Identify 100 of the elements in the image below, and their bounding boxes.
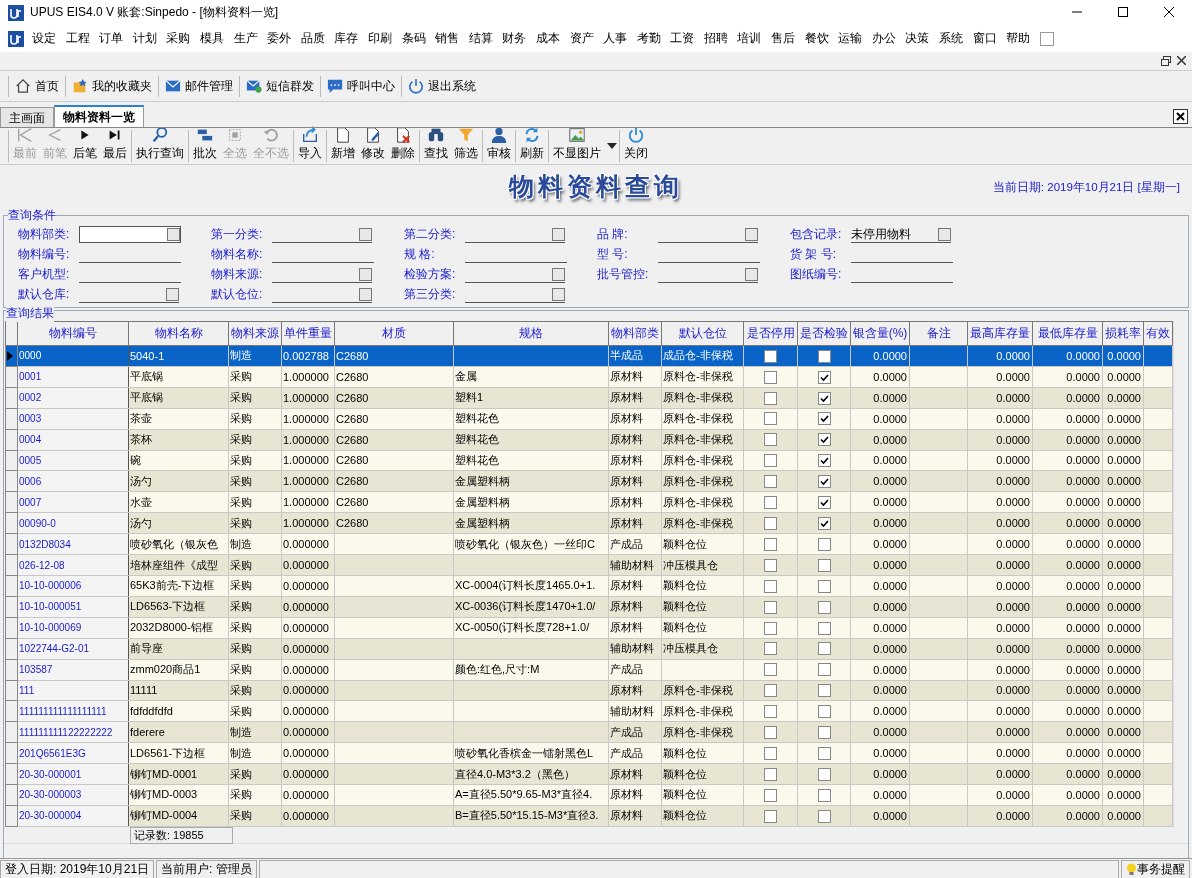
- menu-item[interactable]: 招聘: [699, 30, 732, 47]
- menu-item[interactable]: 成本: [531, 30, 564, 47]
- dropdown-field[interactable]: [465, 266, 565, 283]
- restore-icon[interactable]: [1161, 55, 1171, 66]
- menu-item[interactable]: 委外: [263, 30, 296, 47]
- checkbox[interactable]: [817, 579, 831, 593]
- checkbox[interactable]: [764, 349, 777, 363]
- column-header[interactable]: 材质: [382, 326, 406, 340]
- row-selector[interactable]: [5, 805, 18, 827]
- checkbox[interactable]: [764, 475, 777, 489]
- overflow-button[interactable]: [1039, 31, 1054, 46]
- checkbox[interactable]: [817, 391, 831, 405]
- toolbar-button[interactable]: 查找: [422, 130, 450, 162]
- checkbox[interactable]: [764, 642, 777, 656]
- dropdown-field[interactable]: [79, 286, 179, 303]
- toolbar-button[interactable]: 最后: [101, 130, 129, 162]
- checkbox[interactable]: [817, 412, 831, 426]
- menu-item[interactable]: 订单: [95, 30, 128, 47]
- row-selector[interactable]: [5, 429, 18, 451]
- checkbox[interactable]: [817, 370, 831, 384]
- menu-item[interactable]: 模具: [195, 30, 228, 47]
- toolbar-button[interactable]: 刷新: [518, 130, 546, 162]
- row-selector[interactable]: [5, 638, 18, 660]
- quick-link[interactable]: 首页: [8, 75, 66, 97]
- menu-item[interactable]: 运输: [834, 30, 867, 47]
- quick-link[interactable]: 我的收藏夹: [66, 75, 159, 97]
- checkbox[interactable]: [817, 537, 831, 551]
- checkbox[interactable]: [817, 809, 831, 823]
- row-selector[interactable]: [5, 575, 18, 597]
- row-selector[interactable]: [5, 700, 18, 722]
- quick-link[interactable]: 退出系统: [402, 75, 482, 97]
- close-icon[interactable]: [1173, 109, 1188, 124]
- checkbox[interactable]: [764, 746, 777, 760]
- toolbar-button[interactable]: 新增: [329, 130, 357, 162]
- checkbox[interactable]: [764, 391, 777, 405]
- checkbox[interactable]: [764, 537, 777, 551]
- checkbox[interactable]: [817, 621, 831, 635]
- close-icon[interactable]: [1177, 56, 1186, 65]
- row-selector[interactable]: [5, 408, 18, 430]
- menu-item[interactable]: 工资: [666, 30, 699, 47]
- menu-item[interactable]: 窗口: [968, 30, 1001, 47]
- checkbox[interactable]: [817, 705, 831, 719]
- dropdown-field[interactable]: 未停用物料: [851, 226, 951, 243]
- checkbox[interactable]: [817, 496, 831, 510]
- row-selector[interactable]: [5, 533, 18, 555]
- row-selector[interactable]: [5, 742, 18, 764]
- menu-item[interactable]: 结算: [464, 30, 497, 47]
- checkbox[interactable]: [817, 767, 831, 781]
- checkbox[interactable]: [764, 600, 777, 614]
- tab[interactable]: 物料资料一览: [54, 105, 144, 127]
- row-selector[interactable]: [5, 366, 18, 388]
- checkbox[interactable]: [764, 809, 777, 823]
- row-selector[interactable]: [5, 721, 18, 743]
- checkbox[interactable]: [817, 517, 831, 530]
- checkbox[interactable]: [764, 726, 777, 740]
- menu-item[interactable]: 品质: [296, 30, 329, 47]
- menu-item[interactable]: 财务: [498, 30, 531, 47]
- checkbox[interactable]: [817, 663, 831, 677]
- dropdown-field[interactable]: [272, 266, 372, 283]
- toolbar-button[interactable]: 审核: [485, 130, 513, 162]
- menu-item[interactable]: 生产: [229, 30, 262, 47]
- menu-item[interactable]: 帮助: [1002, 30, 1035, 47]
- quick-link[interactable]: 短信群发: [240, 75, 321, 97]
- checkbox[interactable]: [764, 558, 777, 572]
- menu-item[interactable]: 库存: [330, 30, 363, 47]
- checkbox[interactable]: [764, 621, 777, 635]
- menu-item[interactable]: 考勤: [632, 30, 665, 47]
- checkbox[interactable]: [817, 349, 831, 363]
- toolbar-button[interactable]: 不显图片: [551, 130, 603, 162]
- menu-item[interactable]: 人事: [599, 30, 632, 47]
- checkbox[interactable]: [764, 705, 777, 719]
- toolbar-button[interactable]: 后笔: [71, 130, 99, 162]
- row-selector[interactable]: [5, 512, 18, 534]
- caret-icon[interactable]: [607, 142, 617, 150]
- menu-item[interactable]: 培训: [733, 30, 766, 47]
- row-selector[interactable]: [5, 680, 18, 701]
- menu-item[interactable]: 设定: [28, 30, 60, 47]
- row-selector[interactable]: [5, 345, 18, 367]
- quick-link[interactable]: 邮件管理: [159, 75, 240, 97]
- row-selector[interactable]: [5, 491, 18, 513]
- column-header[interactable]: 规格: [519, 326, 543, 340]
- toolbar-button[interactable]: 导入: [296, 130, 324, 162]
- checkbox[interactable]: [764, 517, 777, 530]
- quick-link[interactable]: 呼叫中心: [321, 75, 402, 97]
- checkbox[interactable]: [764, 767, 777, 781]
- checkbox[interactable]: [817, 454, 831, 468]
- menu-item[interactable]: 决策: [901, 30, 934, 47]
- row-selector[interactable]: [5, 763, 18, 785]
- toolbar-button[interactable]: 批次: [191, 130, 219, 162]
- row-selector[interactable]: [5, 784, 18, 806]
- dropdown-field[interactable]: [658, 266, 758, 283]
- checkbox[interactable]: [817, 746, 831, 760]
- toolbar-button[interactable]: 关闭: [622, 130, 650, 162]
- checkbox[interactable]: [764, 579, 777, 593]
- dropdown-field[interactable]: [272, 286, 372, 303]
- menu-item[interactable]: 售后: [767, 30, 800, 47]
- checkbox[interactable]: [817, 788, 831, 802]
- checkbox[interactable]: [817, 558, 831, 572]
- menu-item[interactable]: 销售: [431, 30, 464, 47]
- checkbox[interactable]: [764, 433, 777, 447]
